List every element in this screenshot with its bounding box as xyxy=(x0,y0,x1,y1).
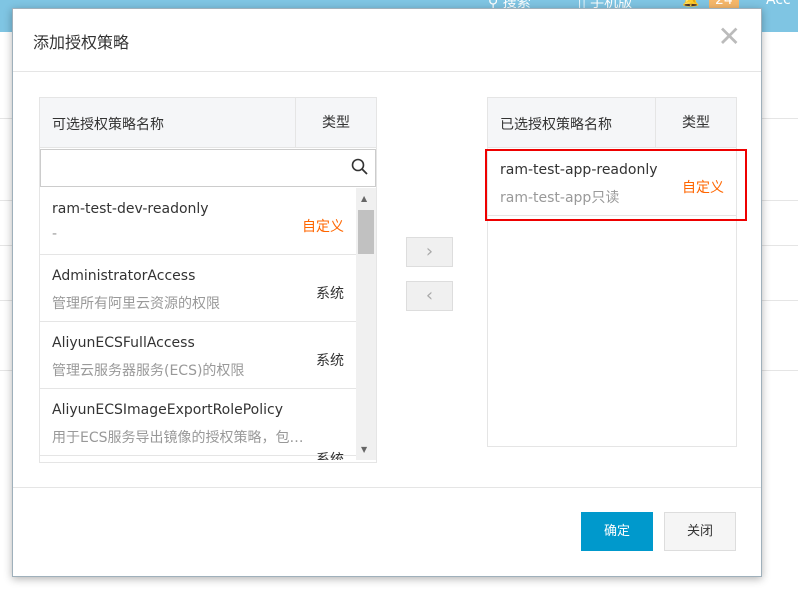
notification-badge[interactable]: 24 xyxy=(709,0,739,8)
column-name: 可选授权策略名称 xyxy=(52,117,164,133)
policy-desc: - xyxy=(52,226,58,242)
footer-divider xyxy=(13,487,761,488)
dialog-title: 添加授权策略 xyxy=(33,33,130,52)
policy-desc: 管理云服务器服务(ECS)的权限 xyxy=(52,363,245,379)
account-menu[interactable]: Acc xyxy=(766,0,791,8)
header-divider xyxy=(13,71,761,72)
policy-type: 系统 xyxy=(316,353,344,369)
confirm-button[interactable]: 确定 xyxy=(581,512,653,551)
scrollbar[interactable]: ▲ ▼ xyxy=(356,188,376,460)
bell-icon[interactable]: 🔔 xyxy=(682,0,699,8)
column-type: 类型 xyxy=(295,98,376,148)
scroll-up-icon[interactable]: ▲ xyxy=(361,194,367,203)
policy-name: ram-test-dev-readonly xyxy=(52,201,209,217)
highlight-box xyxy=(485,149,747,221)
add-selected-button[interactable]: › xyxy=(406,237,453,267)
scroll-down-icon[interactable]: ▼ xyxy=(361,445,367,454)
remove-selected-button[interactable]: ‹ xyxy=(406,281,453,311)
search-icon[interactable] xyxy=(351,158,369,176)
list-item[interactable]: AliyunECSImageExportRolePolicy 用于ECS服务导出镜… xyxy=(40,389,356,460)
close-button[interactable]: 关闭 xyxy=(664,512,736,551)
policy-type: 系统 xyxy=(316,286,344,302)
policy-desc: 管理所有阿里云资源的权限 xyxy=(52,296,220,312)
list-item[interactable]: AliyunECSFullAccess 管理云服务器服务(ECS)的权限 系统 xyxy=(40,322,356,389)
close-icon[interactable]: ✕ xyxy=(718,23,741,51)
column-name: 已选授权策略名称 xyxy=(500,117,612,133)
policy-type: 系统 xyxy=(316,452,344,460)
selected-header: 已选授权策略名称 类型 xyxy=(488,98,736,148)
policy-name: AliyunECSFullAccess xyxy=(52,335,195,351)
available-list: ram-test-dev-readonly - 自定义 AdministratorA… xyxy=(40,188,356,460)
search-input[interactable] xyxy=(49,150,349,184)
scrollbar-thumb[interactable] xyxy=(358,210,374,254)
policy-name: AliyunECSImageExportRolePolicy xyxy=(52,402,284,418)
add-policy-dialog: 添加授权策略 ✕ 可选授权策略名称 类型 ram-test-dev-readon… xyxy=(12,8,762,577)
policy-search xyxy=(40,149,376,187)
available-policies-panel: 可选授权策略名称 类型 ram-test-dev-readonly - 自定义 Ad… xyxy=(39,97,377,463)
available-header: 可选授权策略名称 类型 xyxy=(40,98,376,148)
list-item[interactable]: ram-test-dev-readonly - 自定义 xyxy=(40,188,356,255)
policy-name: AdministratorAccess xyxy=(52,268,196,284)
column-type: 类型 xyxy=(655,98,736,148)
policy-type: 自定义 xyxy=(302,219,344,235)
policy-desc: 用于ECS服务导出镜像的授权策略，包含OSS相关权限 xyxy=(52,430,317,446)
list-item[interactable]: AdministratorAccess 管理所有阿里云资源的权限 系统 xyxy=(40,255,356,322)
